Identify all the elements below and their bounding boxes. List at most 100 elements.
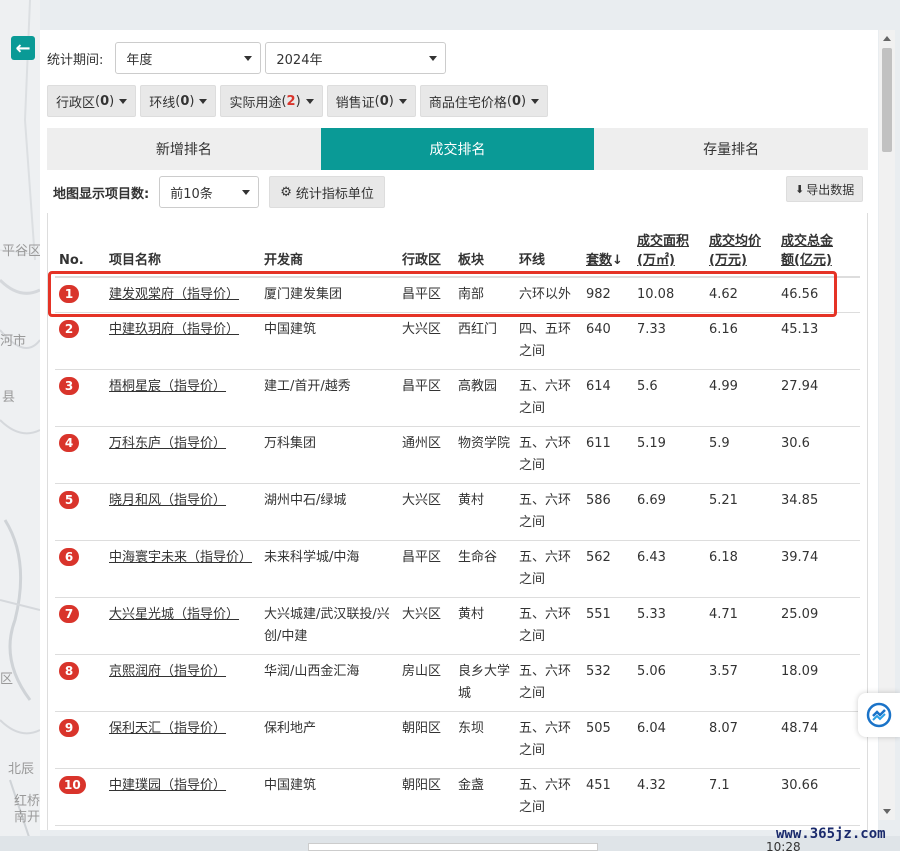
cell-block-text: 金盏 xyxy=(458,778,485,793)
project-link[interactable]: 中建玖玥府（指导价） xyxy=(109,322,239,337)
tab-stock-ranking[interactable]: 存量排名 xyxy=(594,128,868,170)
map-label: 河市 xyxy=(0,334,27,349)
cell-project-name[interactable]: 大兴星光城（指导价） xyxy=(105,597,260,655)
scroll-down-icon[interactable] xyxy=(883,809,891,814)
chip-sales-permit[interactable]: 销售证(0) xyxy=(326,85,416,117)
cell-price-text: 4.62 xyxy=(709,287,738,302)
project-link[interactable]: 中海寰宇未来（指导价） xyxy=(109,550,252,565)
table-row[interactable]: 10 中建璞园（指导价） 中国建筑 朝阳区 金盏 五、六环之间 451 4.32 7.1 30.6… xyxy=(55,768,860,826)
cell-project-name[interactable]: 京熙润府（指导价） xyxy=(105,654,260,712)
rank-badge: 7 xyxy=(59,605,79,623)
project-link[interactable]: 建发观棠府（指导价） xyxy=(109,287,239,302)
cell-price-text: 5.21 xyxy=(709,493,738,508)
cell-district: 通州区 xyxy=(398,426,454,484)
back-button[interactable]: ← xyxy=(11,36,35,60)
cell-price-text: 7.1 xyxy=(709,778,730,793)
col-total[interactable]: 成交总金 额(亿元) xyxy=(777,213,860,278)
cell-no: 9 xyxy=(55,711,105,769)
cell-total-text: 30.66 xyxy=(781,778,819,793)
cell-total: 27.94 xyxy=(777,369,860,427)
project-link[interactable]: 保利天汇（指导价） xyxy=(109,721,226,736)
cell-ring: 五、六环之间 xyxy=(515,711,582,769)
cell-ring: 六环以外 xyxy=(515,277,582,313)
project-link[interactable]: 大兴星光城（指导价） xyxy=(109,607,239,622)
col-total-line2: 额(亿元) xyxy=(781,253,832,268)
cell-developer: 建工/首开/越秀 xyxy=(260,369,398,427)
period-type-select[interactable]: 年度 xyxy=(115,42,262,74)
cell-area-text: 6.69 xyxy=(637,493,666,508)
chip-ring[interactable]: 环线(0) xyxy=(140,85,217,117)
cell-price: 4.71 xyxy=(705,597,777,655)
table-row[interactable]: 11中建学府印悦二期（京中国建筑房山区良乡大五、六环4473.693.5713.… xyxy=(55,825,860,830)
export-button[interactable]: ⬇ 导出数据 xyxy=(786,176,864,202)
cell-project-name[interactable]: 晓月和风（指导价） xyxy=(105,483,260,541)
cell-no: 5 xyxy=(55,483,105,541)
project-link[interactable]: 京熙润府（指导价） xyxy=(109,664,226,679)
cell-block-text: 黄村 xyxy=(458,493,485,508)
caret-down-icon xyxy=(305,98,314,104)
cell-area: 4.32 xyxy=(633,768,705,826)
cell-price-text: 6.16 xyxy=(709,322,738,337)
cell-project-name[interactable]: 梧桐星宸（指导价） xyxy=(105,369,260,427)
chip-count: 0 xyxy=(379,93,389,109)
assistant-icon xyxy=(866,702,892,728)
cell-ring: 四、五环之间 xyxy=(515,312,582,370)
col-area[interactable]: 成交面积 (万㎡) xyxy=(633,213,705,278)
cell-developer: 中国建筑 xyxy=(260,768,398,826)
rank-badge: 9 xyxy=(59,719,79,737)
scroll-up-icon[interactable] xyxy=(883,36,891,41)
col-no: No. xyxy=(55,213,105,278)
project-link[interactable]: 万科东庐（指导价） xyxy=(109,436,226,451)
unit-settings-button[interactable]: ⚙ 统计指标单位 xyxy=(269,176,385,208)
chip-district[interactable]: 行政区(0) xyxy=(47,85,137,117)
table-row[interactable]: 3 梧桐星宸（指导价） 建工/首开/越秀 昌平区 高教园 五、六环之间 614 5.6 4.99… xyxy=(55,369,860,427)
ranking-table-container[interactable]: No. 项目名称 开发商 行政区 板块 环线 套数↓ 成交面积 (万㎡) 成交均价… xyxy=(47,213,868,830)
period-year-select[interactable]: 2024年 xyxy=(265,42,447,74)
table-row[interactable]: 7 大兴星光城（指导价） 大兴城建/武汉联投/兴创/中建 大兴区 黄村 五、六环之间 551… xyxy=(55,597,860,655)
chip-usage[interactable]: 实际用途(2) xyxy=(220,85,323,117)
rank-badge: 10 xyxy=(59,776,86,794)
cell-district-text: 昌平区 xyxy=(402,550,442,565)
map-count-select[interactable]: 前10条 xyxy=(159,176,260,208)
cell-district: 朝阳区 xyxy=(398,768,454,826)
cell-district: 朝阳区 xyxy=(398,711,454,769)
project-link[interactable]: 中建璞园（指导价） xyxy=(109,778,226,793)
cell-ring: 五、六环之间 xyxy=(515,654,582,712)
table-row[interactable]: 2 中建玖玥府（指导价） 中国建筑 大兴区 西红门 四、五环之间 640 7.33 6.16 45… xyxy=(55,312,860,370)
cell-area-text: 5.33 xyxy=(637,607,666,622)
cell-area-text: 7.33 xyxy=(637,322,666,337)
scrollbar-thumb[interactable] xyxy=(882,48,892,152)
cell-area-text: 10.08 xyxy=(637,287,675,302)
cell-no: 3 xyxy=(55,369,105,427)
table-row[interactable]: 8 京熙润府（指导价） 华润/山西金汇海 房山区 良乡大学城 五、六环之间 532 5.06 3… xyxy=(55,654,860,712)
cell-no: 4 xyxy=(55,426,105,484)
table-row[interactable]: 5 晓月和风（指导价） 湖州中石/绿城 大兴区 黄村 五、六环之间 586 6.69 5.21 3… xyxy=(55,483,860,541)
bottom-input[interactable] xyxy=(308,843,598,851)
table-row[interactable]: 1 建发观棠府（指导价） 厦门建发集团 昌平区 南部 六环以外 982 10.08 4.62 46… xyxy=(55,277,860,313)
project-link[interactable]: 梧桐星宸（指导价） xyxy=(109,379,226,394)
cell-project-name[interactable]: 中建玖玥府（指导价） xyxy=(105,312,260,370)
cell-total: 18.09 xyxy=(777,654,860,712)
cell-project-name[interactable]: 中建学府印悦二期（京 xyxy=(105,825,260,830)
cell-project-name[interactable]: 中海寰宇未来（指导价） xyxy=(105,540,260,598)
table-row[interactable]: 9 保利天汇（指导价） 保利地产 朝阳区 东坝 五、六环之间 505 6.04 8.07 48.7… xyxy=(55,711,860,769)
tab-new-ranking[interactable]: 新增排名 xyxy=(47,128,321,170)
float-assistant-button[interactable] xyxy=(858,693,900,737)
project-link[interactable]: 晓月和风（指导价） xyxy=(109,493,226,508)
cell-price: 6.18 xyxy=(705,540,777,598)
caret-down-icon xyxy=(531,98,540,104)
col-units[interactable]: 套数↓ xyxy=(582,213,633,278)
map-label: 县 xyxy=(2,390,16,405)
col-price[interactable]: 成交均价 (万元) xyxy=(705,213,777,278)
tab-deal-ranking[interactable]: 成交排名 xyxy=(320,128,595,170)
cell-project-name[interactable]: 中建璞园（指导价） xyxy=(105,768,260,826)
chip-housing-price[interactable]: 商品住宅价格(0) xyxy=(419,85,549,117)
table-row[interactable]: 6 中海寰宇未来（指导价） 未来科学城/中海 昌平区 生命谷 五、六环之间 562 6.43 6… xyxy=(55,540,860,598)
cell-project-name[interactable]: 建发观棠府（指导价） xyxy=(105,277,260,313)
cell-project-name[interactable]: 万科东庐（指导价） xyxy=(105,426,260,484)
map-background[interactable]: 平谷区 河市 县 区 北辰 红桥 南开 xyxy=(0,0,40,851)
cell-project-name[interactable]: 保利天汇（指导价） xyxy=(105,711,260,769)
cell-price: 5.9 xyxy=(705,426,777,484)
cell-total: 30.6 xyxy=(777,426,860,484)
table-row[interactable]: 4 万科东庐（指导价） 万科集团 通州区 物资学院 五、六环之间 611 5.19 5.9 30.… xyxy=(55,426,860,484)
